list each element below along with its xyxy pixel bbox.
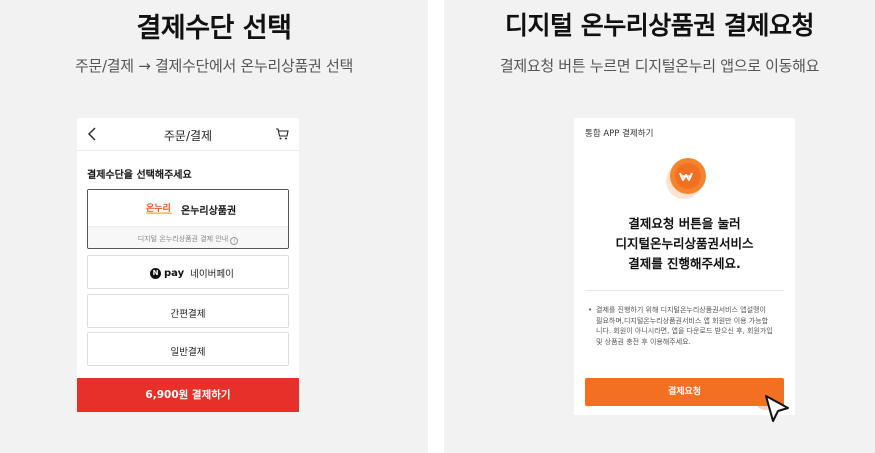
left-panel-subtitle: 주문/결제 → 결제수단에서 온누리상품권 선택 bbox=[75, 57, 353, 75]
checkout-title: 주문/결제 bbox=[163, 129, 213, 143]
general-pay-option[interactable]: 일반결제 bbox=[87, 332, 289, 366]
svg-text:온누리: 온누리 bbox=[146, 202, 171, 214]
divider bbox=[585, 290, 784, 291]
left-panel-title: 결제수단 선택 bbox=[136, 13, 292, 44]
onnuri-option-label: 온누리상품권 bbox=[181, 206, 237, 217]
onnuri-option-top: 온누리 온누리상품권 bbox=[88, 190, 288, 226]
naverpay-logo: N pay 네이버페이 bbox=[150, 266, 234, 280]
naverpay-option[interactable]: N pay 네이버페이 bbox=[87, 255, 289, 289]
message-line-3: 결제를 진행해주세요. bbox=[628, 256, 741, 271]
easy-pay-label: 간편결제 bbox=[170, 309, 206, 320]
notice-bullet: • bbox=[588, 306, 593, 314]
right-panel-title: 디지털 온누리상품권 결제요청 bbox=[505, 11, 814, 40]
onnuri-coin-icon bbox=[666, 158, 706, 199]
payment-notice: • 결제를 진행하기 위해 디지털온누리상품권서비스 앱설맹이 필요하며,디지털… bbox=[588, 305, 774, 347]
message-line-2: 디지털온누리상품권서비스 bbox=[615, 236, 754, 251]
payment-request-screen: 통합 APP 결제하기 결제요청 버튼을 눌러 디지털온누리상품권서비스 결제를… bbox=[574, 118, 795, 415]
general-pay-label: 일반결제 bbox=[170, 347, 206, 358]
naverpay-n-icon: N bbox=[150, 267, 161, 279]
checkout-screen: 주문/결제 결제수단을 선택해주세요 온누리 온누리상품권 디지털 온누리상품권… bbox=[77, 118, 299, 412]
left-panel: 결제수단 선택 주문/결제 → 결제수단에서 온누리상품권 선택 주문/결제 결… bbox=[0, 0, 428, 453]
easy-pay-option[interactable]: 간편결제 bbox=[87, 294, 289, 328]
cart-icon[interactable] bbox=[275, 127, 289, 141]
checkout-header: 주문/결제 bbox=[77, 118, 299, 151]
payment-method-heading: 결제수단을 선택해주세요 bbox=[87, 170, 192, 181]
right-panel-subtitle: 결제요청 버튼 누르면 디지털온누리 앱으로 이동해요 bbox=[499, 57, 820, 75]
notice-text: 결제를 진행하기 위해 디지털온누리상품권서비스 앱설맹이 필요하며,디지털온누… bbox=[596, 306, 773, 346]
payment-request-message: 결제요청 버튼을 눌러 디지털온누리상품권서비스 결제를 진행해주세요. bbox=[574, 214, 795, 274]
naverpay-word: pay bbox=[164, 267, 185, 279]
naverpay-label: 네이버페이 bbox=[190, 269, 234, 280]
onnuri-payment-option[interactable]: 온누리 온누리상품권 디지털 온누리상품권 결제 안내 i bbox=[87, 189, 289, 249]
cursor-pointer-icon bbox=[754, 386, 789, 422]
onnuri-guide-link[interactable]: 디지털 온누리상품권 결제 안내 i bbox=[88, 226, 288, 248]
onnuri-logo: 온누리 bbox=[146, 202, 172, 214]
onnuri-guide-text: 디지털 온누리상품권 결제 안내 bbox=[137, 235, 229, 243]
info-icon: i bbox=[230, 237, 239, 245]
message-line-1: 결제요청 버튼을 눌러 bbox=[628, 216, 741, 231]
integrated-app-header: 통합 APP 결제하기 bbox=[585, 129, 654, 139]
pay-now-button[interactable]: 6,900원 결제하기 bbox=[77, 378, 299, 412]
